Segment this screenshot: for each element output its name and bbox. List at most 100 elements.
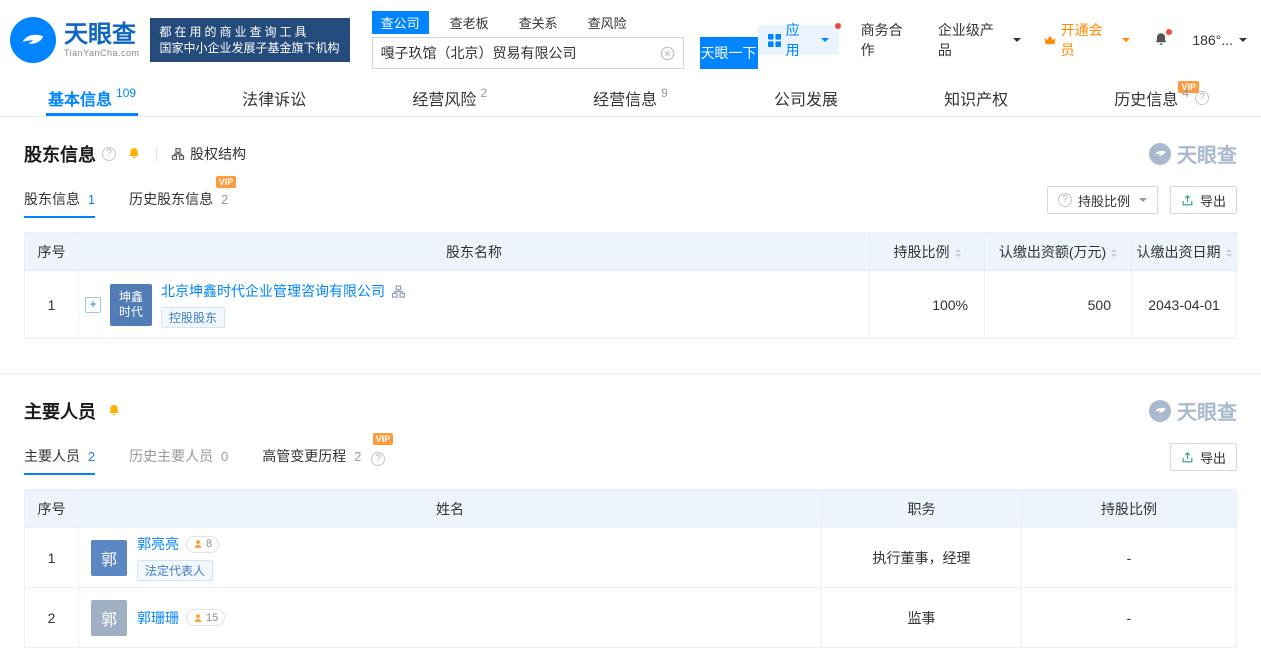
avatar[interactable]: 郭 bbox=[91, 540, 127, 576]
table-header-row: 序号 股东名称 持股比例 认缴出资额(万元) 认缴出资日期 bbox=[25, 233, 1237, 271]
search-button[interactable]: 天眼一下 bbox=[700, 37, 758, 69]
top-navigation: 应用 商务合作 企业级产品 开通会员 186°... bbox=[758, 20, 1247, 60]
related-companies-badge[interactable]: 15 bbox=[186, 609, 225, 626]
subtab-count: 0 bbox=[221, 449, 228, 464]
section-divider bbox=[0, 373, 1261, 374]
subtab-current-shareholders[interactable]: 股东信息 1 bbox=[24, 189, 95, 218]
col-subscribed-date[interactable]: 认缴出资日期 bbox=[1132, 233, 1237, 271]
chevron-down-icon bbox=[1122, 38, 1130, 46]
export-icon bbox=[1181, 451, 1194, 464]
help-icon[interactable]: ? bbox=[1195, 91, 1209, 105]
clear-input-icon[interactable] bbox=[660, 46, 675, 61]
subscribe-bell-icon[interactable] bbox=[106, 403, 122, 419]
notification-dot bbox=[1166, 29, 1172, 35]
nav-enterprise-products[interactable]: 企业级产品 bbox=[938, 20, 1021, 60]
logo-text: 天眼查 bbox=[64, 22, 140, 48]
export-label: 导出 bbox=[1200, 191, 1226, 210]
search-tab-company[interactable]: 查公司 bbox=[372, 11, 429, 34]
shareholders-subtabs: 股东信息 1 VIP 历史股东信息 2 ? 持股比例 导出 bbox=[24, 186, 1237, 218]
related-companies-badge[interactable]: 8 bbox=[186, 536, 219, 553]
legal-representative-tag: 法定代表人 bbox=[137, 560, 213, 581]
divider bbox=[156, 147, 157, 161]
row-index: 1 bbox=[25, 271, 79, 339]
row-position: 监事 bbox=[822, 588, 1022, 648]
equity-structure-mini-icon[interactable] bbox=[391, 284, 406, 299]
col-subscribed-amount[interactable]: 认缴出资额(万元) bbox=[985, 233, 1132, 271]
watermark-logo-icon bbox=[1149, 143, 1171, 165]
row-amount: 500 bbox=[985, 271, 1132, 339]
vip-badge: VIP bbox=[216, 176, 237, 188]
subtab-history-shareholders[interactable]: VIP 历史股东信息 2 bbox=[129, 189, 228, 218]
col-index: 序号 bbox=[25, 490, 79, 528]
row-ratio: - bbox=[1022, 528, 1237, 588]
equity-structure-link[interactable]: 股权结构 bbox=[171, 144, 246, 164]
avatar-text: 坤鑫 bbox=[119, 290, 143, 305]
subtab-key-personnel[interactable]: 主要人员 2 bbox=[24, 446, 95, 475]
badge-count: 8 bbox=[206, 538, 212, 550]
subtab-count: 2 bbox=[354, 449, 361, 464]
table-row: 1 郭 郭亮亮 8 法定代表人 bbox=[25, 528, 1237, 588]
col-position: 职务 bbox=[822, 490, 1022, 528]
help-icon[interactable]: ? bbox=[102, 147, 116, 161]
person-link[interactable]: 郭珊珊 bbox=[137, 608, 179, 628]
key-personnel-section: 主要人员 天眼查 主要人员 2 历史主要人员 0 VIP 高管变更历程 2 ? bbox=[0, 396, 1261, 648]
apps-menu[interactable]: 应用 bbox=[758, 25, 839, 55]
subtab-history-personnel[interactable]: 历史主要人员 0 bbox=[129, 446, 228, 475]
col-ratio: 持股比例 bbox=[1022, 490, 1237, 528]
sort-icon[interactable] bbox=[1226, 246, 1232, 260]
table-row: 2 郭 郭珊珊 15 bbox=[25, 588, 1237, 648]
shareholder-company-link[interactable]: 北京坤鑫时代企业管理咨询有限公司 bbox=[161, 281, 385, 301]
subscribe-bell-icon[interactable] bbox=[126, 146, 142, 162]
logo-domain: TianYanCha.com bbox=[64, 48, 140, 58]
row-index: 1 bbox=[25, 528, 79, 588]
help-icon[interactable]: ? bbox=[371, 452, 385, 466]
subtab-count: 1 bbox=[88, 192, 95, 207]
apps-label: 应用 bbox=[786, 20, 813, 60]
search-tab-risk[interactable]: 查风险 bbox=[579, 11, 636, 34]
org-chart-icon bbox=[171, 147, 185, 161]
export-button[interactable]: 导出 bbox=[1170, 186, 1237, 214]
tab-history-info[interactable]: VIP 历史信息 4 ? bbox=[1112, 80, 1215, 116]
sort-icon[interactable] bbox=[955, 246, 961, 260]
col-ratio[interactable]: 持股比例 bbox=[870, 233, 985, 271]
avatar[interactable]: 坤鑫 时代 bbox=[110, 284, 152, 326]
avatar-text: 时代 bbox=[119, 305, 143, 320]
search-block: 查公司 查老板 查关系 查风险 天眼一下 bbox=[372, 11, 758, 69]
subtab-executive-changes[interactable]: VIP 高管变更历程 2 ? bbox=[262, 446, 385, 475]
notifications-bell[interactable] bbox=[1152, 31, 1170, 49]
export-label: 导出 bbox=[1200, 448, 1226, 467]
account-phone-label: 186°... bbox=[1192, 32, 1233, 48]
search-tab-relation[interactable]: 查关系 bbox=[510, 11, 567, 34]
search-input[interactable] bbox=[381, 45, 660, 61]
tab-count: 9 bbox=[661, 86, 668, 100]
sort-icon[interactable] bbox=[1111, 246, 1117, 260]
tab-basic-info[interactable]: 基本信息 109 bbox=[46, 80, 138, 116]
equity-structure-label: 股权结构 bbox=[190, 144, 246, 164]
nav-open-membership[interactable]: 开通会员 bbox=[1043, 20, 1131, 60]
tab-label: 经营信息 bbox=[593, 86, 657, 110]
tab-count: 109 bbox=[116, 86, 136, 100]
chevron-down-icon bbox=[821, 38, 829, 46]
export-button[interactable]: 导出 bbox=[1170, 443, 1237, 471]
nav-account-phone[interactable]: 186°... bbox=[1192, 32, 1247, 48]
tagline-line2: 国家中小企业发展子基金旗下机构 bbox=[160, 40, 340, 56]
subtab-label: 股东信息 bbox=[24, 191, 80, 207]
avatar[interactable]: 郭 bbox=[91, 600, 127, 636]
controlling-shareholder-tag: 控股股东 bbox=[161, 307, 225, 328]
tab-intellectual-property[interactable]: 知识产权 bbox=[942, 80, 1010, 116]
tab-operation-risk[interactable]: 经营风险 2 bbox=[410, 80, 489, 116]
vip-badge: VIP bbox=[373, 433, 394, 445]
expand-row-button[interactable]: + bbox=[85, 297, 101, 313]
tianyancha-logo[interactable]: 天眼查 TianYanCha.com bbox=[10, 17, 140, 63]
tab-operation-info[interactable]: 经营信息 9 bbox=[591, 80, 670, 116]
shareholders-section: 股东信息 ? 股权结构 天眼查 股东信息 1 VIP 历史股东信息 2 bbox=[0, 139, 1261, 339]
nav-business-cooperation[interactable]: 商务合作 bbox=[861, 20, 916, 60]
grid-icon bbox=[768, 34, 781, 47]
col-index: 序号 bbox=[25, 233, 79, 271]
ratio-filter-dropdown[interactable]: ? 持股比例 bbox=[1047, 186, 1158, 214]
tab-company-development[interactable]: 公司发展 bbox=[772, 80, 840, 116]
search-tab-boss[interactable]: 查老板 bbox=[441, 11, 498, 34]
person-link[interactable]: 郭亮亮 bbox=[137, 534, 179, 554]
watermark-logo-icon bbox=[1149, 400, 1171, 422]
tab-legal-litigation[interactable]: 法律诉讼 bbox=[240, 80, 308, 116]
